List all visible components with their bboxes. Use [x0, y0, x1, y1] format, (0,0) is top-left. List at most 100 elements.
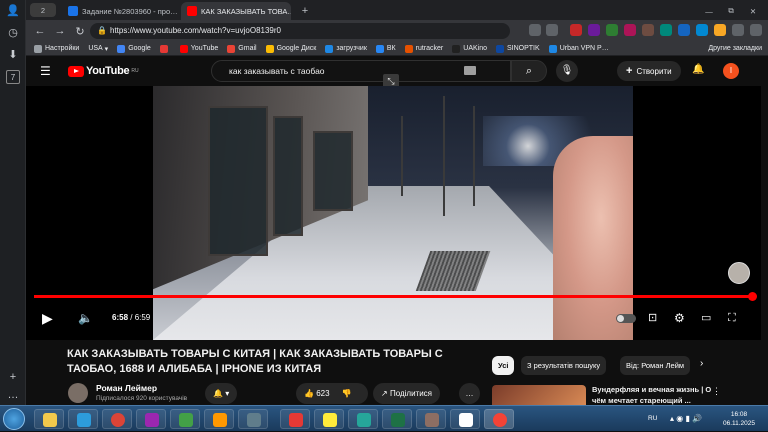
bookmark-vk[interactable]: ВК [375, 44, 396, 53]
fullscreen-icon[interactable]: ⛶ [728, 306, 736, 330]
chevron-right-icon[interactable]: › [700, 358, 703, 369]
forward-icon[interactable]: → [50, 25, 70, 37]
voice-search-icon[interactable]: 🎙 [556, 60, 578, 82]
bookmark-star-icon[interactable] [546, 24, 558, 36]
bookmark-sinoptik[interactable]: SINOPTIK [496, 44, 540, 53]
chip-all[interactable]: Усі [492, 356, 515, 375]
bookmark-settings[interactable]: Настройки [34, 44, 79, 53]
bookmark-youtube[interactable]: YouTube [179, 44, 218, 53]
taskbar-app[interactable] [450, 409, 480, 429]
address-bar[interactable]: 🔒 https://www.youtube.com/watch?v=uvjoO8… [90, 23, 510, 39]
taskbar-media-player[interactable] [204, 409, 234, 429]
download-ext-icon[interactable] [696, 24, 708, 36]
keyboard-icon[interactable] [464, 66, 476, 75]
bookmark-urbanvpn[interactable]: Urban VPN P… [548, 44, 609, 53]
taskbar-app[interactable] [136, 409, 166, 429]
play-button[interactable]: ▶ [42, 306, 53, 330]
language-indicator[interactable]: RU [648, 406, 657, 432]
channel-name[interactable]: Роман Леймер [96, 383, 157, 393]
more-actions-button[interactable]: … [459, 383, 480, 404]
taskbar-explorer[interactable] [34, 409, 64, 429]
taskbar-yandex[interactable] [484, 409, 514, 429]
search-button[interactable]: ⌕ [511, 60, 547, 82]
taskbar-app[interactable] [68, 409, 98, 429]
theater-mode-icon[interactable]: ▭ [701, 306, 711, 330]
taskbar-excel[interactable] [382, 409, 412, 429]
search-input[interactable]: как заказывать с таобао [211, 60, 511, 82]
autoplay-toggle[interactable] [616, 314, 636, 323]
bookmark-drive[interactable]: Google Диск [265, 44, 317, 53]
tab-youtube[interactable]: КАК ЗАКАЗЫВАТЬ ТОВА… ✕ [181, 2, 291, 20]
recommended-thumbnail[interactable] [492, 385, 586, 407]
uakino-icon [452, 44, 461, 53]
recommended-title[interactable]: Вундерфляя и вечная жизнь | О чём мечтае… [592, 384, 712, 406]
taskbar-app[interactable] [238, 409, 268, 429]
recommended-menu-icon[interactable]: ⋮ [712, 386, 721, 397]
add-icon[interactable]: + [6, 370, 20, 384]
subscribe-bell-button[interactable]: 🔔 ▾ [205, 383, 238, 404]
translate-icon[interactable] [529, 24, 541, 36]
downloads-icon[interactable]: ⬇ [6, 48, 20, 62]
extension-green-icon[interactable] [606, 24, 618, 36]
extension-red-icon[interactable] [570, 24, 582, 36]
start-button[interactable] [3, 408, 25, 430]
more-icon[interactable]: … [6, 388, 20, 402]
bookmark-usa[interactable]: USA ▾ [88, 45, 108, 53]
notifications-bell-icon[interactable]: 🔔 [692, 64, 704, 75]
video-player[interactable]: ▶ 🔈 6:58 / 6:59 ⊡ ⚙ ▭ ⛶ [26, 86, 761, 340]
extension-teal-icon[interactable] [660, 24, 672, 36]
bookmark-google[interactable]: Google [117, 44, 151, 53]
system-clock[interactable]: 16:08 06.11.2025 [722, 410, 756, 428]
subtitles-icon[interactable]: ⊡ [648, 306, 657, 330]
chip-from-channel[interactable]: Від: Роман Лейм [620, 356, 690, 375]
sidebar-seven-icon[interactable]: 7 [6, 70, 20, 84]
settings-gear-icon[interactable]: ⚙ [674, 306, 685, 330]
profile-icon[interactable]: 👤 [6, 4, 20, 18]
back-icon[interactable]: ← [30, 25, 50, 37]
other-bookmarks[interactable]: Другие закладки [708, 45, 762, 52]
taskbar-app[interactable] [280, 409, 310, 429]
google-icon [117, 44, 126, 53]
progress-bar[interactable] [34, 292, 757, 301]
bookmark-uakino[interactable]: UAKino [452, 44, 487, 53]
hamburger-menu-icon[interactable]: ☰ [40, 64, 51, 78]
extension-yellow-icon[interactable] [714, 24, 726, 36]
extension-blue-icon[interactable] [678, 24, 690, 36]
channel-watermark[interactable] [728, 262, 750, 284]
bookmark-rutracker[interactable]: rutracker [404, 44, 443, 53]
bookmark-loader[interactable]: загрузчик [325, 44, 367, 53]
taskbar-app[interactable] [416, 409, 446, 429]
taskbar-app[interactable] [314, 409, 344, 429]
bookmark-label: Google Диск [276, 45, 317, 52]
new-tab-button[interactable]: + [296, 2, 314, 20]
youtube-header: ☰ YouTube RU как заказывать с таобао ⤡ ⌕… [26, 56, 768, 88]
window-close-icon[interactable]: ✕ [744, 2, 762, 20]
taskbar-chrome[interactable] [102, 409, 132, 429]
reload-icon[interactable]: ↻ [70, 25, 90, 38]
taskbar-app[interactable] [170, 409, 200, 429]
tab-counter[interactable]: 2 [30, 3, 56, 17]
channel-avatar[interactable] [68, 383, 88, 403]
chip-from-search[interactable]: З результатів пошуку [521, 356, 607, 375]
subscriber-count: Підписалося 920 користувачів [96, 395, 188, 402]
share-button[interactable]: ↗ Поділитися [373, 383, 441, 404]
tab-task[interactable]: Задание №2803960 - про… [62, 2, 178, 20]
history-icon[interactable]: ◷ [6, 26, 20, 40]
taskbar-app[interactable] [348, 409, 378, 429]
account-avatar[interactable]: І [723, 63, 739, 79]
create-button[interactable]: + Створити [617, 61, 681, 81]
extensions-puzzle-icon[interactable] [732, 24, 744, 36]
dislike-button[interactable]: 👎 [342, 389, 352, 398]
minimize-icon[interactable]: — [700, 2, 718, 20]
volume-icon[interactable]: 🔈 [78, 306, 93, 330]
extension-pink-icon[interactable] [624, 24, 636, 36]
menu-dots-icon[interactable] [750, 24, 762, 36]
restore-icon[interactable]: ⧉ [722, 2, 740, 20]
extension-purple-icon[interactable] [588, 24, 600, 36]
tray-icons[interactable]: ▴ ◉ ▮ 🔊 [670, 406, 702, 432]
bookmark-gmail[interactable]: Gmail [227, 44, 257, 53]
like-button[interactable]: 👍 623 [304, 389, 330, 398]
bookmark-opera[interactable] [159, 44, 171, 53]
youtube-logo[interactable]: YouTube RU [68, 65, 139, 77]
extension-brown-icon[interactable] [642, 24, 654, 36]
